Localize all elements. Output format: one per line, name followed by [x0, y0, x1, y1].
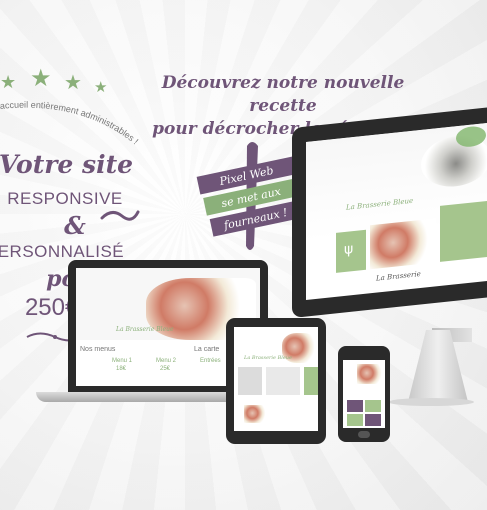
smartphone — [338, 346, 390, 442]
star-icon: ★ — [0, 72, 17, 93]
star-icon: ★ — [30, 64, 52, 92]
desktop-section: La Brasserie — [376, 269, 421, 283]
laptop-menu1-price: 18€ — [116, 366, 127, 372]
promo-title: Votre site — [0, 150, 134, 179]
laptop-menu1: Menu 1 — [112, 358, 133, 364]
tablet: La Brasserie Bleue — [226, 318, 326, 444]
headline-line1: Découvrez notre nouvelle recette — [161, 73, 405, 116]
laptop-brand: La Brasserie Bleue — [116, 326, 174, 333]
laptop-la-carte: La carte — [194, 346, 220, 353]
laptop-menu2: Menu 2 — [156, 358, 177, 364]
desktop-screen: La Brasserie Bleue ψ La Brasserie — [306, 122, 487, 300]
curved-caption-text: accueil entièrement administrables ! — [0, 100, 140, 147]
flourish-icon — [100, 210, 140, 221]
cutlery-icon: ψ — [344, 241, 354, 259]
desktop-monitor: La Brasserie Bleue ψ La Brasserie — [292, 107, 487, 342]
desktop-base — [388, 398, 474, 406]
star-icon: ★ — [94, 78, 108, 96]
star-icon: ★ — [64, 70, 82, 94]
phone-screen — [343, 360, 385, 428]
promo-personnalise: PERSONNALISÉ — [0, 242, 125, 261]
tablet-screen: La Brasserie Bleue — [234, 327, 318, 431]
laptop-entrees: Entrées — [200, 358, 221, 364]
laptop-menu2-price: 25€ — [160, 366, 171, 372]
tablet-brand: La Brasserie Bleue — [244, 355, 292, 361]
laptop-nos-menus: Nos menus — [80, 346, 116, 353]
